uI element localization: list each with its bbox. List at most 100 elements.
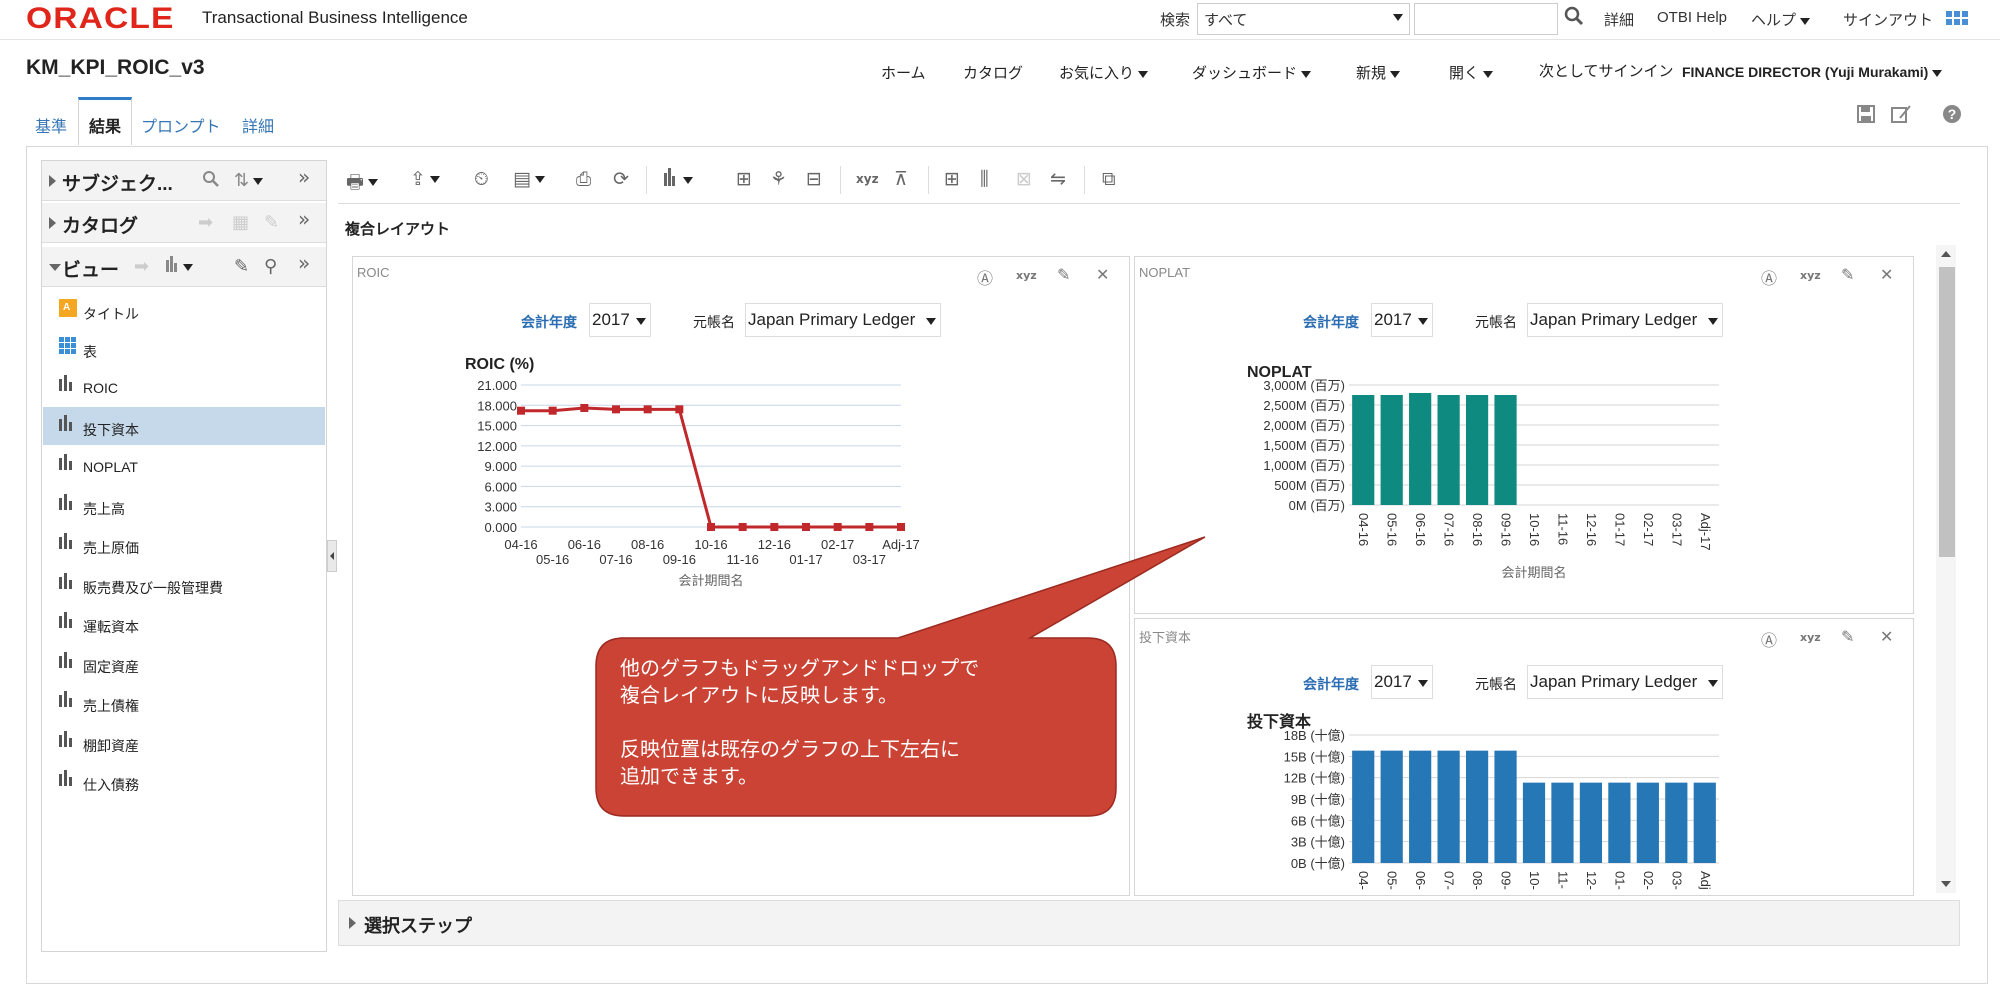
search-icon[interactable] bbox=[1564, 6, 1584, 30]
save-icon[interactable] bbox=[1855, 104, 1877, 126]
add-arrow-icon[interactable]: ➡ bbox=[134, 256, 149, 277]
views-header[interactable]: ビュー ➡ ✎ ⚲ » bbox=[42, 247, 326, 287]
swap-icon[interactable]: ⇋ bbox=[1050, 168, 1066, 192]
search-scope-select[interactable]: すべて bbox=[1197, 3, 1410, 35]
view-item[interactable]: 投下資本 bbox=[43, 406, 325, 445]
edit-view-icon[interactable]: ✎ bbox=[234, 256, 249, 277]
save-as-icon[interactable] bbox=[1890, 104, 1912, 126]
view-item[interactable]: 販売費及び一般管理費 bbox=[43, 565, 325, 603]
add-arrow-icon[interactable]: ➡ bbox=[198, 212, 213, 233]
selection-steps-bar[interactable]: 選択ステップ bbox=[338, 900, 1960, 946]
rename-icon[interactable]: ⚲ bbox=[264, 256, 277, 277]
format-text-icon[interactable]: Ⓐ bbox=[1761, 627, 1777, 651]
close-icon[interactable]: ✕ bbox=[1880, 627, 1893, 646]
text-view-icon[interactable]: ⊼ bbox=[894, 168, 908, 192]
user-menu[interactable]: FINANCE DIRECTOR (Yuji Murakami) bbox=[1682, 64, 1943, 80]
section-icon[interactable]: ⊞ bbox=[944, 168, 960, 192]
edit-icon[interactable]: ✎ bbox=[1057, 265, 1070, 284]
filter-icon[interactable]: ⊞ bbox=[736, 168, 752, 192]
calculated-item-icon[interactable]: ⚘ bbox=[770, 168, 787, 192]
tab-criteria[interactable]: 基準 bbox=[35, 97, 67, 145]
expand-panel-icon[interactable]: » bbox=[298, 165, 310, 189]
x-tick-label: 06-16 bbox=[1413, 513, 1428, 546]
xyz-icon[interactable]: xyz bbox=[856, 172, 879, 196]
new-view-icon[interactable] bbox=[166, 256, 193, 277]
edit-icon[interactable]: ✎ bbox=[1841, 265, 1854, 284]
edit-icon[interactable]: ✎ bbox=[1841, 627, 1854, 646]
collapse-panel-handle[interactable] bbox=[327, 540, 337, 572]
format-text-icon[interactable]: Ⓐ bbox=[1761, 265, 1777, 289]
tab-advanced[interactable]: 詳細 bbox=[242, 97, 274, 145]
nav-catalog[interactable]: カタログ bbox=[963, 62, 1023, 83]
data-point bbox=[517, 406, 525, 415]
vertical-scrollbar[interactable] bbox=[1936, 245, 1956, 893]
header-menu-help[interactable]: ヘルプ bbox=[1751, 9, 1811, 30]
expand-panel-icon[interactable]: » bbox=[298, 207, 310, 231]
fiscal-year-label: 会計年度 bbox=[1303, 314, 1359, 330]
view-item[interactable]: 売上高 bbox=[43, 486, 325, 524]
sort-icon[interactable]: ⇅ bbox=[234, 170, 264, 191]
search-input[interactable] bbox=[1414, 3, 1558, 35]
header-link-otbi-help[interactable]: OTBI Help bbox=[1657, 9, 1727, 26]
tab-prompts[interactable]: プロンプト bbox=[141, 97, 221, 145]
xyz-icon[interactable]: xyz bbox=[1800, 269, 1821, 282]
scroll-down-icon[interactable] bbox=[1941, 881, 1951, 887]
view-item-table[interactable]: 表 bbox=[43, 329, 325, 367]
header-link-details[interactable]: 詳細 bbox=[1604, 9, 1634, 30]
fiscal-year-select[interactable]: 2017 bbox=[1371, 665, 1433, 699]
noplat-bar-chart[interactable]: NOPLAT3,000M (百万)2,500M (百万)2,000M (百万)1… bbox=[1235, 353, 1795, 603]
edit-chart-icon[interactable]: ⧉ bbox=[1102, 168, 1116, 192]
help-icon[interactable]: ? bbox=[1941, 104, 1963, 126]
new-view-icon[interactable] bbox=[664, 168, 693, 192]
print-icon[interactable]: 🖶 bbox=[346, 168, 378, 193]
remove-column-icon[interactable]: ⊠ bbox=[1016, 168, 1032, 192]
view-item[interactable]: 売上債権 bbox=[43, 683, 325, 721]
ledger-select[interactable]: Japan Primary Ledger bbox=[1527, 665, 1723, 699]
nav-open[interactable]: 開く bbox=[1449, 62, 1494, 83]
view-noplat: NOPLAT Ⓐ xyz ✎ ✕ 会計年度 2017 元帳名 Japan Pri… bbox=[1134, 256, 1914, 614]
export-icon[interactable]: ⇪ bbox=[410, 168, 440, 192]
close-icon[interactable]: ✕ bbox=[1880, 265, 1893, 284]
sign-out-link[interactable]: サインアウト bbox=[1843, 9, 1933, 30]
nav-dashboards[interactable]: ダッシュボード bbox=[1192, 62, 1312, 83]
view-item[interactable]: 固定資産 bbox=[43, 644, 325, 682]
expand-panel-icon[interactable]: » bbox=[298, 251, 310, 275]
xyz-icon[interactable]: xyz bbox=[1016, 269, 1037, 282]
scroll-up-icon[interactable] bbox=[1941, 251, 1951, 257]
invested-capital-bar-chart[interactable]: 投下資本18B (十億)15B (十億)12B (十億)9B (十億)6B (十… bbox=[1235, 709, 1795, 896]
ledger-select[interactable]: Japan Primary Ledger bbox=[745, 303, 941, 337]
print-preview-icon[interactable]: ⎙ bbox=[576, 168, 591, 192]
nav-favorites[interactable]: お気に入り bbox=[1059, 62, 1149, 83]
view-item[interactable]: 運転資本 bbox=[43, 604, 325, 642]
view-item-title[interactable]: A タイトル bbox=[43, 291, 325, 329]
subject-areas-header[interactable]: サブジェク... ⇅ » bbox=[42, 161, 326, 201]
xyz-icon[interactable]: xyz bbox=[1800, 631, 1821, 644]
fiscal-year-select[interactable]: 2017 bbox=[589, 303, 651, 337]
column-icon[interactable]: ⫼ bbox=[980, 168, 989, 192]
add-to-briefing-icon[interactable]: ▤ bbox=[513, 168, 545, 192]
view-invested-capital: 投下資本 Ⓐ xyz ✎ ✕ 会計年度 2017 元帳名 Japan Prima… bbox=[1134, 618, 1914, 896]
app-grid-icon[interactable] bbox=[1945, 10, 1969, 26]
view-item[interactable]: NOPLAT bbox=[43, 446, 325, 484]
view-item[interactable]: ROIC bbox=[43, 367, 325, 405]
view-item[interactable]: 仕入債務 bbox=[43, 762, 325, 800]
tab-results[interactable]: 結果 bbox=[78, 97, 133, 145]
scrollbar-thumb[interactable] bbox=[1939, 267, 1955, 557]
nav-home[interactable]: ホーム bbox=[881, 62, 926, 83]
fiscal-year-select[interactable]: 2017 bbox=[1371, 303, 1433, 337]
refresh-icon[interactable]: ⟳ bbox=[613, 168, 629, 192]
close-icon[interactable]: ✕ bbox=[1096, 265, 1109, 284]
group-icon[interactable]: ⊟ bbox=[806, 168, 822, 192]
schedule-icon[interactable]: ⏲ bbox=[474, 168, 489, 192]
catalog-header[interactable]: カタログ ➡ ▦ ✎ » bbox=[42, 203, 326, 243]
edit-icon[interactable]: ✎ bbox=[264, 212, 279, 233]
properties-icon[interactable]: ▦ bbox=[232, 212, 249, 233]
nav-new[interactable]: 新規 bbox=[1356, 62, 1401, 83]
ledger-select[interactable]: Japan Primary Ledger bbox=[1527, 303, 1723, 337]
roic-line-chart[interactable]: ROIC (%) 21.000 18.000 15.000 12.000 9.000 6.0… bbox=[453, 353, 953, 593]
x-tick-label: 08-16 bbox=[631, 537, 664, 552]
format-text-icon[interactable]: Ⓐ bbox=[977, 265, 993, 289]
view-item[interactable]: 棚卸資産 bbox=[43, 723, 325, 761]
search-icon[interactable] bbox=[202, 170, 220, 193]
view-item[interactable]: 売上原価 bbox=[43, 525, 325, 563]
